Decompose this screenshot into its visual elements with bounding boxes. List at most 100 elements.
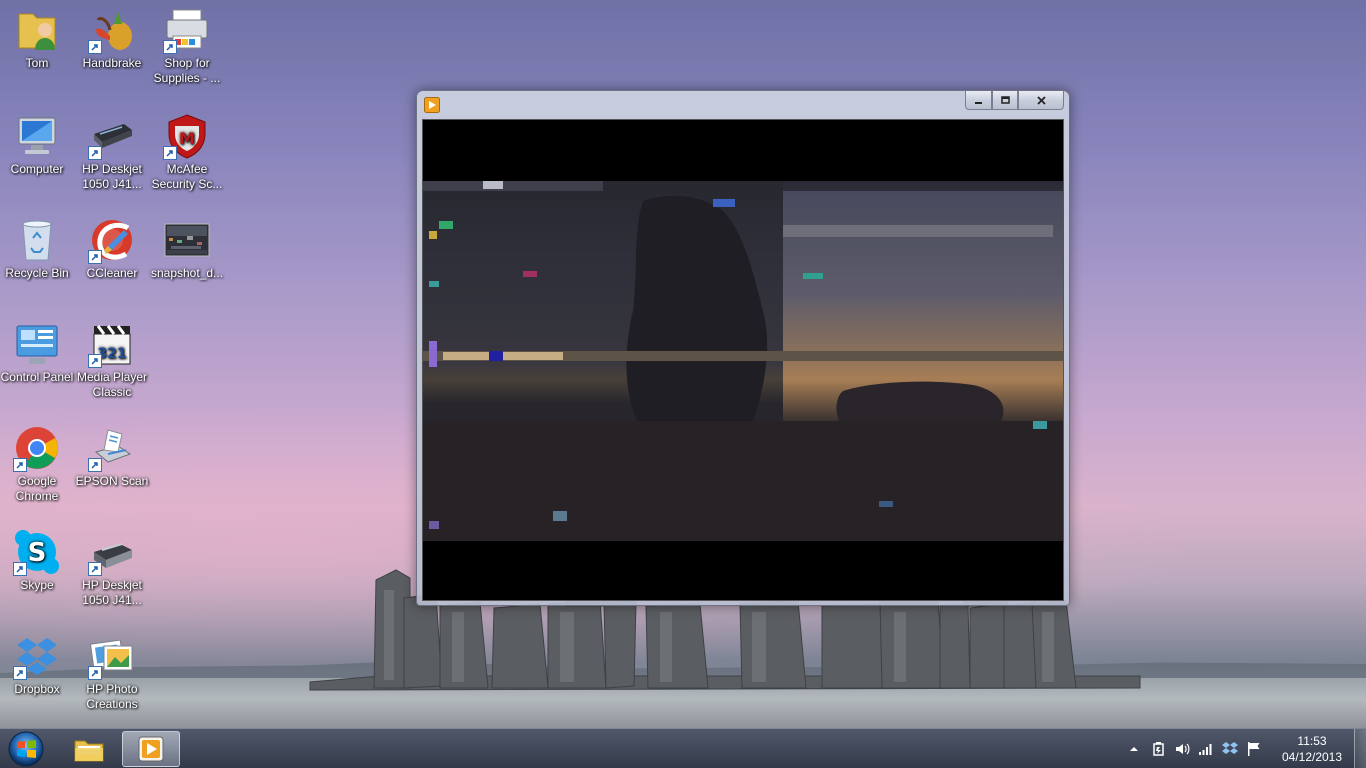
start-button[interactable] <box>4 730 48 768</box>
taskbar: 11:53 04/12/2013 <box>0 728 1366 768</box>
file-explorer-icon <box>74 740 104 762</box>
dropbox-tray-button[interactable] <box>1222 741 1238 757</box>
desktop-icon-recycle-bin[interactable]: Recycle Bin <box>0 216 74 281</box>
shortcut-arrow-icon <box>88 250 102 264</box>
show-desktop-button[interactable] <box>1354 729 1366 768</box>
chrome-icon <box>13 424 61 472</box>
show-hidden-icons-button[interactable] <box>1126 741 1142 757</box>
desktop-icon-handbrake[interactable]: Handbrake <box>75 6 149 71</box>
desktop-icon-tom[interactable]: Tom <box>0 6 74 71</box>
clock-date: 04/12/2013 <box>1281 750 1343 764</box>
desktop-icon-label: Dropbox <box>14 682 60 696</box>
desktop-icon-google-chrome[interactable]: Google Chrome <box>0 424 74 504</box>
shortcut-arrow-icon <box>88 40 102 54</box>
desktop-icon-dropbox[interactable]: Dropbox <box>0 632 74 697</box>
ccleaner-icon <box>88 216 136 264</box>
volume-tray-button[interactable] <box>1174 741 1190 757</box>
desktop-icon-label: Control Panel <box>0 370 74 384</box>
shortcut-arrow-icon <box>88 458 102 472</box>
shortcut-arrow-icon <box>163 146 177 160</box>
mcafee-icon: M <box>163 112 211 160</box>
action-center-button[interactable] <box>1246 741 1262 757</box>
desktop-icon-label: Handbrake <box>82 56 142 70</box>
desktop-icon-label: Google Chrome <box>15 474 59 503</box>
media-player-window[interactable] <box>416 90 1070 606</box>
close-button[interactable] <box>1018 91 1064 110</box>
shortcut-arrow-icon <box>13 458 27 472</box>
desktop-icon-ccleaner[interactable]: CCleaner <box>75 216 149 281</box>
video-viewport[interactable] <box>422 119 1064 601</box>
video-frame <box>423 181 1063 541</box>
clock-time: 11:53 <box>1297 734 1327 748</box>
control-panel-icon <box>13 320 61 368</box>
shortcut-arrow-icon <box>13 562 27 576</box>
power-tray-button[interactable] <box>1150 741 1166 757</box>
desktop-icon-label: Computer <box>10 162 64 176</box>
action-center-flag-icon <box>1248 742 1260 756</box>
maximize-button[interactable] <box>992 91 1018 110</box>
photo-creations-icon <box>88 632 136 680</box>
desktop-icon-label: HP Photo Creations <box>86 682 138 711</box>
windows-start-icon <box>8 731 44 767</box>
desktop-icon-label: HP Deskjet 1050 J41... <box>82 578 142 607</box>
printer-shop-icon <box>163 6 211 54</box>
desktop-icon-label: snapshot_d... <box>150 266 224 280</box>
desktop-icon-skype[interactable]: S Skype <box>0 528 74 593</box>
svg-text:S: S <box>28 538 47 568</box>
desktop-icon-label: Tom <box>25 56 49 70</box>
taskbar-clock[interactable]: 11:53 04/12/2013 <box>1274 733 1350 765</box>
taskbar-media-player[interactable] <box>122 731 180 767</box>
scanner-icon <box>88 112 136 160</box>
dropbox-icon <box>1222 742 1238 754</box>
shortcut-arrow-icon <box>88 146 102 160</box>
desktop-icon-label: Skype <box>20 578 54 592</box>
media-player-icon[interactable] <box>424 97 440 113</box>
shortcut-arrow-icon <box>13 666 27 680</box>
desktop[interactable]: { "desktop": { "icons": [ {"label": "Tom… <box>0 0 1366 768</box>
desktop-icon-label: Shop for Supplies - ... <box>153 56 221 85</box>
computer-icon <box>13 112 61 160</box>
chevron-up-icon <box>1130 747 1138 751</box>
network-tray-button[interactable] <box>1198 741 1214 757</box>
system-tray: 11:53 04/12/2013 <box>1122 729 1366 768</box>
desktop-icon-hp-photo-creations[interactable]: HP Photo Creations <box>75 632 149 712</box>
shortcut-arrow-icon <box>88 562 102 576</box>
desktop-icon-label: McAfee Security Sc... <box>151 162 223 191</box>
window-titlebar[interactable] <box>417 91 1069 119</box>
shortcut-arrow-icon <box>88 354 102 368</box>
svg-text:M: M <box>179 129 195 148</box>
close-icon <box>1036 95 1046 105</box>
taskbar-file-explorer[interactable] <box>60 731 118 767</box>
shortcut-arrow-icon <box>88 666 102 680</box>
dropbox-icon <box>13 632 61 680</box>
desktop-icon-mcafee[interactable]: M McAfee Security Sc... <box>150 112 224 192</box>
desktop-icon-hp-deskjet-printer[interactable]: HP Deskjet 1050 J41... <box>75 528 149 608</box>
desktop-icon-snapshot[interactable]: snapshot_d... <box>150 216 224 281</box>
media-player-classic-icon: 321 <box>88 320 136 368</box>
network-icon <box>1199 744 1212 755</box>
window-controls <box>965 91 1064 111</box>
desktop-icon-media-player-classic[interactable]: 321 Media Player Classic <box>75 320 149 400</box>
user-folder-icon <box>13 6 61 54</box>
desktop-icon-label: Media Player Classic <box>76 370 148 399</box>
recycle-bin-icon <box>13 216 61 264</box>
power-icon <box>1153 742 1164 756</box>
desktop-icon-hp-deskjet-scanner[interactable]: HP Deskjet 1050 J41... <box>75 112 149 192</box>
shortcut-arrow-icon <box>163 40 177 54</box>
minimize-button[interactable] <box>965 91 992 110</box>
volume-icon <box>1176 743 1190 755</box>
epson-scan-icon <box>88 424 136 472</box>
video-corrupted-frame <box>423 181 1063 541</box>
desktop-icon-control-panel[interactable]: Control Panel <box>0 320 74 385</box>
desktop-icon-epson-scan[interactable]: EPSON Scan <box>75 424 149 489</box>
skype-icon: S <box>13 528 61 576</box>
printer-icon <box>88 528 136 576</box>
minimize-icon <box>975 101 982 104</box>
media-player-icon <box>138 736 164 762</box>
desktop-icon-label: HP Deskjet 1050 J41... <box>82 162 142 191</box>
image-file-icon <box>163 216 211 264</box>
desktop-icon-shop-for-supplies[interactable]: Shop for Supplies - ... <box>150 6 224 86</box>
maximize-icon <box>1000 95 1010 104</box>
desktop-icon-computer[interactable]: Computer <box>0 112 74 177</box>
desktop-icon-label: CCleaner <box>86 266 138 280</box>
